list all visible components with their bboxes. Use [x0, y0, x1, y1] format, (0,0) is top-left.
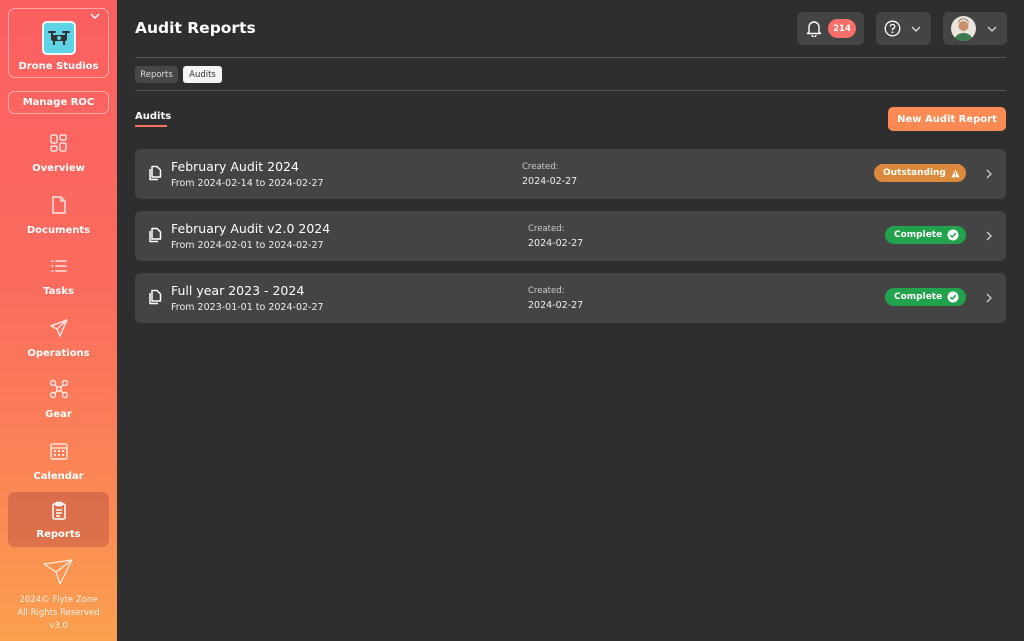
sidebar-item-label: Documents — [26, 225, 91, 236]
sidebar-item-label: Overview — [32, 163, 85, 174]
audit-date-range: From 2023-01-01 to 2024-02-27 — [171, 302, 324, 313]
status-badge: Complete — [885, 226, 966, 244]
sidebar-item-operations[interactable]: Operations — [8, 313, 109, 368]
audit-card[interactable]: February Audit 2024 From 2024-02-14 to 2… — [135, 149, 1006, 199]
org-switcher[interactable]: Drone Studios — [8, 8, 109, 78]
documents-icon — [149, 165, 162, 181]
section-title: Audits — [135, 111, 172, 122]
chevron-right-icon — [986, 231, 992, 241]
sidebar-item-documents[interactable]: Documents — [8, 190, 109, 245]
sidebar-item-calendar[interactable]: Calendar — [8, 436, 109, 491]
sidebar-item-reports[interactable]: Reports — [8, 492, 109, 547]
sidebar-item-label: Tasks — [43, 286, 74, 297]
clipboard-icon — [51, 501, 66, 520]
chevron-right-icon — [986, 169, 992, 179]
sidebar-item-label: Gear — [45, 409, 72, 420]
flyte-zone-logo-icon — [43, 559, 73, 585]
audit-card[interactable]: Full year 2023 - 2024 From 2023-01-01 to… — [135, 273, 1006, 323]
rights-text: All Rights Reserved — [17, 608, 100, 618]
new-audit-report-button[interactable]: New Audit Report — [888, 107, 1006, 131]
bell-icon — [806, 21, 822, 37]
version-text: v3.0 — [49, 621, 68, 631]
status-label: Complete — [894, 292, 943, 302]
chevron-right-icon — [986, 293, 992, 303]
chevron-down-icon — [911, 26, 921, 32]
sidebar-item-label: Reports — [36, 529, 81, 540]
avatar — [951, 16, 976, 41]
notification-count-badge: 214 — [828, 19, 856, 38]
audit-card[interactable]: February Audit v2.0 2024 From 2024-02-01… — [135, 211, 1006, 261]
manage-roc-button[interactable]: Manage ROC — [8, 91, 109, 114]
chevron-down-icon — [90, 13, 100, 19]
tab-reports[interactable]: Reports — [135, 66, 178, 83]
audit-title: Full year 2023 - 2024 — [171, 283, 305, 298]
audit-title: February Audit v2.0 2024 — [171, 221, 331, 236]
drone-frame-icon — [49, 379, 68, 399]
created-label: Created: — [528, 286, 565, 296]
tab-audits[interactable]: Audits — [183, 66, 222, 83]
status-badge: Outstanding — [874, 164, 966, 182]
drone-icon — [42, 21, 76, 55]
created-label: Created: — [528, 224, 565, 234]
tabs-divider — [135, 90, 1006, 91]
sidebar-item-overview[interactable]: Overview — [8, 128, 109, 183]
grid-icon — [49, 134, 67, 152]
sidebar-item-tasks[interactable]: Tasks — [8, 251, 109, 306]
status-label: Outstanding — [883, 168, 946, 178]
chevron-down-icon — [987, 26, 997, 32]
section-underline — [135, 125, 167, 127]
page-title: Audit Reports — [135, 19, 256, 37]
paper-plane-icon — [49, 319, 68, 337]
sidebar-item-gear[interactable]: Gear — [8, 374, 109, 429]
help-menu-button[interactable] — [876, 12, 931, 45]
help-icon — [884, 20, 901, 37]
warning-icon — [951, 169, 960, 177]
sidebar: Drone Studios Manage ROC Overview Docume… — [0, 0, 117, 641]
copyright-text: 2024© Flyte Zone — [19, 595, 98, 605]
created-date: 2024-02-27 — [528, 300, 584, 311]
audit-date-range: From 2024-02-01 to 2024-02-27 — [171, 240, 324, 251]
check-circle-icon — [947, 291, 959, 303]
status-badge: Complete — [885, 288, 966, 306]
list-icon — [50, 260, 67, 272]
notifications-button[interactable]: 214 — [797, 12, 864, 45]
document-icon — [51, 196, 66, 214]
documents-icon — [149, 227, 162, 243]
documents-icon — [149, 289, 162, 305]
created-date: 2024-02-27 — [528, 238, 584, 249]
sidebar-footer: 2024© Flyte Zone All Rights Reserved v3.… — [0, 594, 117, 633]
audit-date-range: From 2024-02-14 to 2024-02-27 — [171, 178, 324, 189]
status-label: Complete — [894, 230, 943, 240]
created-label: Created: — [522, 162, 559, 172]
user-menu-button[interactable] — [943, 12, 1007, 45]
audit-title: February Audit 2024 — [171, 159, 299, 174]
created-date: 2024-02-27 — [522, 176, 578, 187]
org-name: Drone Studios — [18, 61, 99, 72]
sidebar-item-label: Calendar — [33, 471, 84, 482]
sidebar-item-label: Operations — [27, 348, 90, 359]
check-circle-icon — [947, 229, 959, 241]
calendar-icon — [49, 443, 68, 460]
header-divider — [135, 57, 1006, 58]
